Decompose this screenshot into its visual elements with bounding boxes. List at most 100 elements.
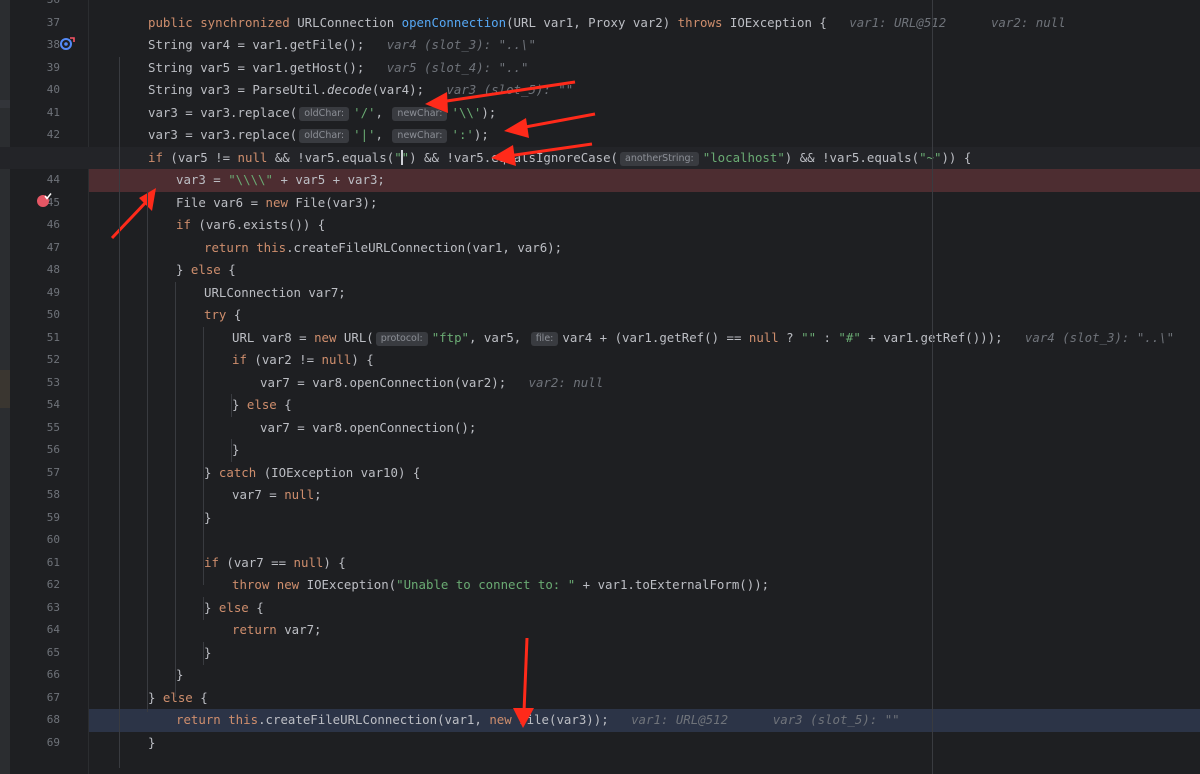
indent-guide <box>203 597 204 620</box>
code-line-49[interactable]: URLConnection var7; <box>0 282 1200 305</box>
line-number: 68 <box>46 713 60 726</box>
code-token: { <box>256 599 264 615</box>
code-token: String var5 = var1.getHost(); <box>148 59 380 75</box>
code-line-43[interactable]: if (var5 != null && !var5.equals("") && … <box>0 146 1200 169</box>
code-line-45[interactable]: File var6 = new File(var3); <box>0 192 1200 215</box>
parameter-hint: file: <box>530 331 559 346</box>
code-token: { <box>228 262 236 277</box>
code-token: ; <box>314 487 322 502</box>
code-token: null <box>748 329 779 345</box>
code-line-57[interactable]: } catch (IOException var10) { <box>0 462 1200 485</box>
code-token: )) { <box>941 149 972 165</box>
code-line-51[interactable]: URL var8 = new URL(protocol: "ftp", var5,… <box>0 327 1200 350</box>
code-token: (var6.exists()) { <box>198 217 326 232</box>
code-line-54[interactable]: } else { <box>0 394 1200 417</box>
code-token: .createFileURLConnection(var1, var6); <box>286 239 563 255</box>
code-line-37[interactable]: public synchronized URLConnection openCo… <box>0 12 1200 35</box>
line-number: 44 <box>46 173 60 186</box>
code-token: var7 = <box>232 487 285 502</box>
code-text: } <box>176 664 183 687</box>
code-line-69[interactable]: } <box>0 732 1200 755</box>
code-token: if <box>176 217 199 232</box>
code-token: URLConnection <box>297 14 402 30</box>
code-line-58[interactable]: var7 = null; <box>0 484 1200 507</box>
code-token: IOException { <box>729 14 842 30</box>
breakpoint-icon[interactable] <box>36 193 52 209</box>
code-line-56[interactable]: } <box>0 439 1200 462</box>
code-text: throw new IOException("Unable to connect… <box>232 574 769 597</box>
code-text: if (var6.exists()) { <box>176 214 325 237</box>
code-token: (URL var1, Proxy var2) <box>506 14 678 30</box>
code-token: IOException( <box>306 577 397 592</box>
code-text: } else { <box>176 259 236 282</box>
code-line-38[interactable]: String var4 = var1.getFile(); var4 (slot… <box>0 34 1200 57</box>
code-text: return var7; <box>232 619 322 642</box>
code-token: ) { <box>323 554 346 570</box>
override-marker-icon[interactable] <box>59 36 75 52</box>
code-token: if <box>232 352 255 367</box>
code-line-53[interactable]: var7 = var8.openConnection(var2); var2: … <box>0 372 1200 395</box>
code-line-60[interactable] <box>0 529 1200 552</box>
inline-debug-value: var1: URL@512 var2: null <box>841 14 1066 30</box>
indent-guide <box>231 394 232 417</box>
code-line-68[interactable]: return this.createFileURLConnection(var1… <box>89 709 1200 732</box>
code-token: (var2 != <box>254 352 322 367</box>
code-line-46[interactable]: if (var6.exists()) { <box>0 214 1200 237</box>
code-token: URL var8 = <box>232 329 315 345</box>
code-text: var3 = var3.replace(oldChar: '|', newChar… <box>148 124 489 147</box>
code-line-67[interactable]: } else { <box>0 687 1200 710</box>
code-text: } <box>232 439 239 462</box>
code-text: String var5 = var1.getHost(); var5 (slot… <box>148 57 528 80</box>
code-token: , var5, <box>469 329 529 345</box>
code-line-39[interactable]: String var5 = var1.getHost(); var5 (slot… <box>0 57 1200 80</box>
code-text: } <box>204 507 211 530</box>
code-line-66[interactable]: } <box>0 664 1200 687</box>
code-token: : <box>816 329 839 345</box>
code-line-59[interactable]: } <box>0 507 1200 530</box>
code-token: else <box>190 262 229 277</box>
code-token: var3 = var3.replace( <box>148 104 298 120</box>
code-text: String var4 = var1.getFile(); var4 (slot… <box>148 34 536 57</box>
code-token: + var5 + var3; <box>272 172 385 187</box>
code-line-50[interactable]: try { <box>0 304 1200 327</box>
code-line-63[interactable]: } else { <box>0 597 1200 620</box>
code-line-55[interactable]: var7 = var8.openConnection(); <box>0 417 1200 440</box>
code-line-41[interactable]: var3 = var3.replace(oldChar: '/', newChar… <box>0 102 1200 125</box>
code-line-48[interactable]: } else { <box>0 259 1200 282</box>
code-token: throws <box>677 14 730 30</box>
code-token: URL( <box>343 329 374 345</box>
code-text: var3 = var3.replace(oldChar: '/', newChar… <box>148 102 496 125</box>
code-token: if <box>148 149 171 165</box>
parameter-hint: newChar: <box>392 129 448 143</box>
code-line-40[interactable]: String var3 = ParseUtil.decode(var4); va… <box>0 79 1200 102</box>
code-line-65[interactable]: } <box>0 642 1200 665</box>
code-line-36[interactable] <box>0 0 1200 12</box>
code-token: '|' <box>353 127 376 142</box>
code-token: File var6 = <box>176 194 266 210</box>
inline-debug-value: var4 (slot_3): "..\" var5 <box>1024 329 1175 345</box>
indent-guide <box>203 642 204 665</box>
code-token: '/' <box>353 104 376 120</box>
indent-guide <box>119 57 120 768</box>
code-editor[interactable]: 3637383940414243444546474849505152535455… <box>0 0 1200 774</box>
code-token: null <box>321 352 352 367</box>
code-token: null <box>237 149 268 165</box>
code-token: } <box>176 262 191 277</box>
code-line-64[interactable]: return var7; <box>0 619 1200 642</box>
code-line-47[interactable]: return this.createFileURLConnection(var1… <box>0 237 1200 260</box>
code-token: openConnection <box>401 14 507 30</box>
code-token: File(var3); <box>295 194 378 210</box>
code-text: } else { <box>232 394 292 417</box>
inline-debug-value: var1: URL@512 var3 (slot_5): "" <box>623 712 900 727</box>
code-line-52[interactable]: if (var2 != null) { <box>0 349 1200 372</box>
code-token: throw new <box>232 577 307 592</box>
code-line-62[interactable]: throw new IOException("Unable to connect… <box>0 574 1200 597</box>
code-text: public synchronized URLConnection openCo… <box>148 12 1066 35</box>
code-token: var7 = var8.openConnection(var2); <box>260 374 522 390</box>
code-text: var7 = var8.openConnection(); <box>260 417 476 440</box>
code-line-44[interactable]: var3 = "\\\\" + var5 + var3; <box>89 169 1200 192</box>
code-line-61[interactable]: if (var7 == null) { <box>0 552 1200 575</box>
code-token: "" <box>801 329 817 345</box>
code-token: File(var3)); <box>519 712 624 727</box>
code-line-42[interactable]: var3 = var3.replace(oldChar: '|', newChar… <box>0 124 1200 147</box>
